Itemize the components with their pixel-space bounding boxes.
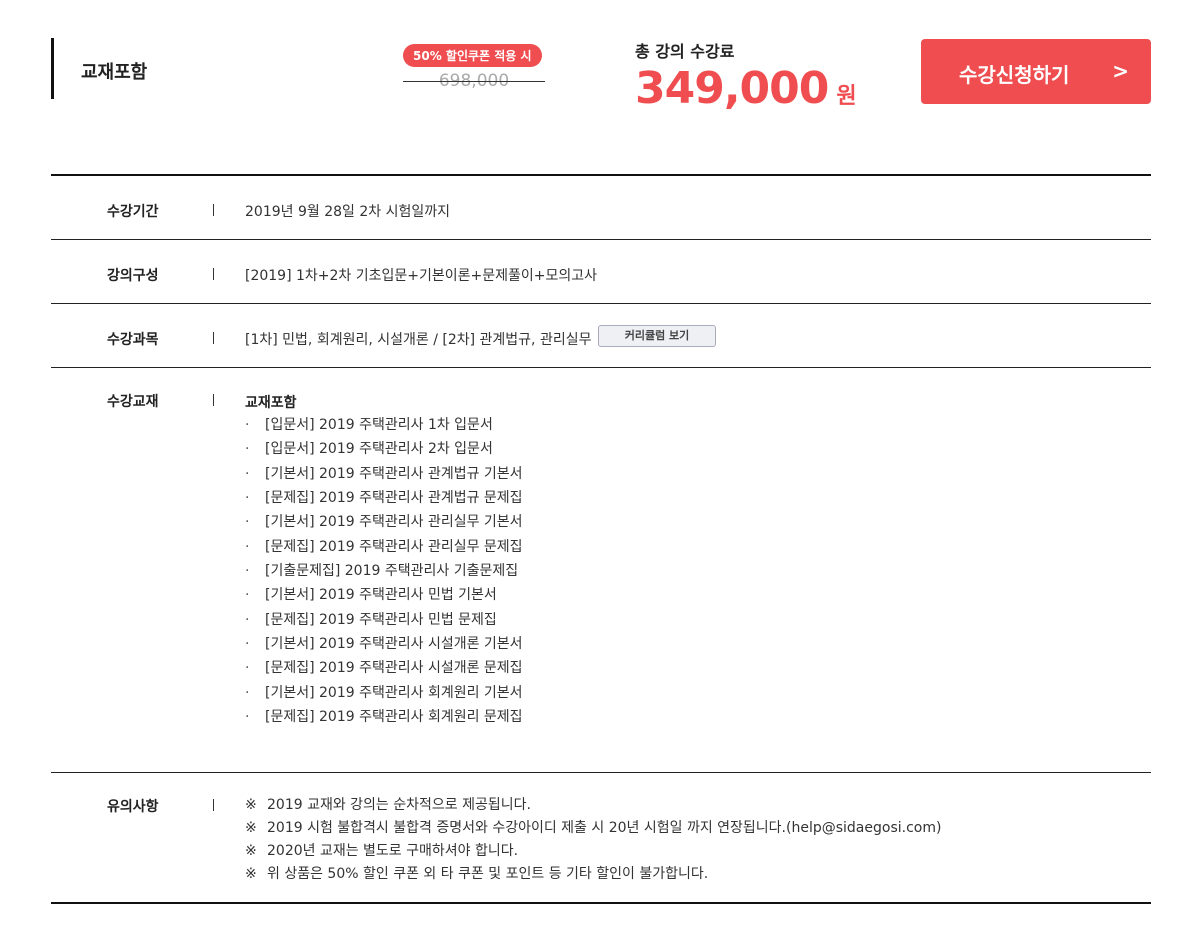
- reference-mark: ※: [245, 797, 257, 813]
- reference-mark: ※: [245, 843, 257, 859]
- book-list-item: · [기본서] 2019 주택관리사 관리실무 기본서: [245, 512, 523, 536]
- chevron-right-icon: >: [1112, 59, 1129, 83]
- reference-mark: ※: [245, 820, 257, 836]
- book-list-item: · [기출문제집] 2019 주택관리사 기출문제집: [245, 561, 523, 585]
- note-text: 2019 교재와 강의는 순차적으로 제공됩니다.: [267, 797, 531, 813]
- subjects-label: 수강과목: [107, 332, 159, 348]
- coupon-badge: 50% 할인쿠폰 적용 시: [403, 44, 542, 67]
- book-list-item: · [문제집] 2019 주택관리사 회계원리 문제집: [245, 707, 523, 731]
- book-title: [문제집] 2019 주택관리사 시설개론 문제집: [265, 660, 523, 677]
- row-divider: [213, 394, 214, 406]
- notes-list-item: ※ 위 상품은 50% 할인 쿠폰 외 타 쿠폰 및 포인트 등 기타 할인이 불…: [245, 864, 941, 887]
- bullet-dot: ·: [245, 563, 250, 580]
- row-divider: [213, 799, 214, 811]
- info-row-books: 수강교재 교재포함 · [입문서] 2019 주택관리사 1차 입문서 · [입문서]…: [51, 368, 1151, 773]
- notes-list-item: ※ 2020년 교재는 별도로 구매하셔야 합니다.: [245, 841, 941, 864]
- bullet-dot: ·: [245, 587, 250, 604]
- books-heading: 교재포함: [245, 395, 297, 411]
- course-summary-bar: 교재포함 50% 할인쿠폰 적용 시 698,000 총 강의 수강료 349,…: [51, 38, 1151, 114]
- bullet-dot: ·: [245, 684, 250, 701]
- package-title: 교재포함: [81, 62, 148, 83]
- info-row-notes: 유의사항 ※ 2019 교재와 강의는 순차적으로 제공됩니다. ※ 2019 시험 …: [51, 773, 1151, 902]
- title-marker: [51, 38, 54, 99]
- book-title: [기본서] 2019 주택관리사 회계원리 기본서: [265, 684, 523, 701]
- notes-list: ※ 2019 교재와 강의는 순차적으로 제공됩니다. ※ 2019 시험 불합격시 …: [245, 795, 941, 887]
- book-title: [입문서] 2019 주택관리사 2차 입문서: [265, 441, 493, 458]
- bullet-dot: ·: [245, 514, 250, 531]
- apply-course-button[interactable]: 수강신청하기 >: [921, 39, 1151, 104]
- book-title: [기본서] 2019 주택관리사 민법 기본서: [265, 587, 497, 604]
- book-title: [기출문제집] 2019 주택관리사 기출문제집: [265, 563, 519, 580]
- book-list: · [입문서] 2019 주택관리사 1차 입문서 · [입문서] 2019 주택관리…: [245, 415, 523, 731]
- period-value: 2019년 9월 28일 2차 시험일까지: [245, 204, 450, 220]
- notes-list-item: ※ 2019 교재와 강의는 순차적으로 제공됩니다.: [245, 795, 941, 818]
- book-list-item: · [기본서] 2019 주택관리사 관계법규 기본서: [245, 464, 523, 488]
- book-list-item: · [기본서] 2019 주택관리사 시설개론 기본서: [245, 634, 523, 658]
- note-text: 2020년 교재는 별도로 구매하셔야 합니다.: [267, 843, 519, 859]
- book-list-item: · [기본서] 2019 주택관리사 회계원리 기본서: [245, 683, 523, 707]
- book-list-item: · [문제집] 2019 주택관리사 관리실무 문제집: [245, 537, 523, 561]
- book-title: [입문서] 2019 주택관리사 1차 입문서: [265, 417, 493, 433]
- total-price-block: 총 강의 수강료 349,000 원: [635, 38, 857, 114]
- book-list-item: · [입문서] 2019 주택관리사 1차 입문서: [245, 415, 523, 439]
- composition-label: 강의구성: [107, 268, 159, 284]
- book-list-item: · [문제집] 2019 주택관리사 민법 문제집: [245, 610, 523, 634]
- bullet-dot: ·: [245, 660, 250, 677]
- bullet-dot: ·: [245, 538, 250, 555]
- book-title: [문제집] 2019 주택관리사 관계법규 문제집: [265, 490, 523, 507]
- notes-list-item: ※ 2019 시험 불합격시 불합격 증명서와 수강아이디 제출 시 20년 시험…: [245, 818, 941, 841]
- book-title: [기본서] 2019 주택관리사 관리실무 기본서: [265, 514, 523, 531]
- course-info-table: 수강기간 2019년 9월 28일 2차 시험일까지 강의구성 [2019] 1…: [51, 174, 1151, 904]
- bullet-dot: ·: [245, 636, 250, 653]
- book-list-item: · [문제집] 2019 주택관리사 관계법규 문제집: [245, 488, 523, 512]
- bullet-dot: ·: [245, 611, 250, 628]
- composition-value: [2019] 1차+2차 기초입문+기본이론+문제풀이+모의고사: [245, 268, 598, 284]
- row-divider: [213, 204, 214, 216]
- book-title: [문제집] 2019 주택관리사 회계원리 문제집: [265, 709, 523, 726]
- total-price-label: 총 강의 수강료: [635, 42, 735, 61]
- bullet-dot: ·: [245, 417, 250, 433]
- subjects-value: [1차] 민법, 회계원리, 시설개론 / [2차] 관계법규, 관리실무: [245, 332, 592, 348]
- books-label: 수강교재: [107, 394, 159, 410]
- currency-unit: 원: [836, 84, 857, 109]
- total-price: 349,000 원: [635, 63, 857, 114]
- info-row-period: 수강기간 2019년 9월 28일 2차 시험일까지: [51, 176, 1151, 240]
- book-title: [기본서] 2019 주택관리사 시설개론 기본서: [265, 636, 523, 653]
- info-row-composition: 강의구성 [2019] 1차+2차 기초입문+기본이론+문제풀이+모의고사: [51, 240, 1151, 304]
- discount-block: 50% 할인쿠폰 적용 시 698,000: [403, 44, 545, 91]
- view-curriculum-button[interactable]: 커리큘럼 보기: [598, 325, 716, 347]
- book-title: [기본서] 2019 주택관리사 관계법규 기본서: [265, 465, 523, 482]
- original-price: 698,000: [403, 71, 545, 91]
- row-divider: [213, 332, 214, 344]
- book-list-item: · [입문서] 2019 주택관리사 2차 입문서: [245, 439, 523, 463]
- note-text: 2019 시험 불합격시 불합격 증명서와 수강아이디 제출 시 20년 시험일…: [267, 820, 942, 836]
- total-price-amount: 349,000: [635, 63, 829, 114]
- book-title: [문제집] 2019 주택관리사 관리실무 문제집: [265, 538, 523, 555]
- book-list-item: · [기본서] 2019 주택관리사 민법 기본서: [245, 585, 523, 609]
- apply-course-button-label: 수강신청하기: [959, 63, 1070, 87]
- book-list-item: · [문제집] 2019 주택관리사 시설개론 문제집: [245, 658, 523, 682]
- info-row-subjects: 수강과목 [1차] 민법, 회계원리, 시설개론 / [2차] 관계법규, 관리…: [51, 304, 1151, 368]
- note-text: 위 상품은 50% 할인 쿠폰 외 타 쿠폰 및 포인트 등 기타 할인이 불가…: [267, 866, 709, 882]
- reference-mark: ※: [245, 866, 257, 882]
- period-label: 수강기간: [107, 204, 159, 220]
- row-divider: [213, 268, 214, 280]
- bullet-dot: ·: [245, 709, 250, 726]
- book-title: [문제집] 2019 주택관리사 민법 문제집: [265, 611, 497, 628]
- bullet-dot: ·: [245, 465, 250, 482]
- notes-label: 유의사항: [107, 799, 159, 815]
- bullet-dot: ·: [245, 490, 250, 507]
- bullet-dot: ·: [245, 441, 250, 458]
